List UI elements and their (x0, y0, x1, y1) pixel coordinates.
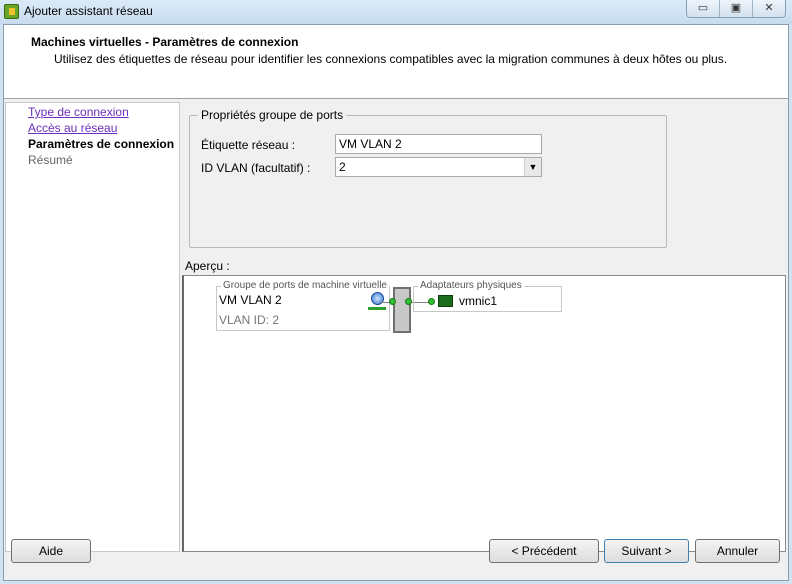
page-subtitle: Utilisez des étiquettes de réseau pour i… (54, 52, 728, 66)
port-dot (405, 298, 412, 305)
nic-icon (438, 295, 453, 307)
port-group-legend: Groupe de ports de machine virtuelle (221, 280, 389, 291)
network-globe-icon (371, 292, 384, 305)
wizard-frame: Machines virtuelles - Paramètres de conn… (3, 24, 789, 581)
vlan-id-select[interactable]: 2 ▼ (335, 157, 542, 177)
network-label-input[interactable]: VM VLAN 2 (335, 134, 542, 154)
close-button[interactable]: ✕ (753, 0, 785, 17)
physical-adapters-box: Adaptateurs physiques vmnic1 (413, 280, 562, 312)
port-group-properties: Propriétés groupe de ports Étiquette rés… (189, 108, 667, 248)
preview-label: Aperçu : (185, 259, 230, 273)
vlan-id-label: ID VLAN (facultatif) : (201, 161, 311, 175)
preview-panel: Groupe de ports de machine virtuelle VM … (182, 275, 786, 552)
port-group-name: VM VLAN 2 (219, 293, 282, 307)
minimize-button[interactable]: ▭ (687, 0, 720, 17)
vlan-id-value: 2 (339, 160, 346, 174)
cancel-button[interactable]: Annuler (695, 539, 780, 563)
virtual-switch (393, 287, 411, 333)
network-base-icon (368, 307, 386, 310)
port-dot (389, 298, 396, 305)
vm-port-group-box: Groupe de ports de machine virtuelle VM … (216, 280, 390, 331)
window-title: Ajouter assistant réseau (24, 4, 153, 18)
app-icon (4, 4, 19, 19)
maximize-button[interactable]: ▣ (720, 0, 753, 17)
network-label-label: Étiquette réseau : (201, 138, 296, 152)
step-resume: Résumé (28, 153, 73, 167)
step-type-connexion[interactable]: Type de connexion (28, 105, 129, 119)
nic-name: vmnic1 (459, 294, 498, 308)
help-button[interactable]: Aide (11, 539, 91, 563)
wizard-header: Machines virtuelles - Paramètres de conn… (4, 25, 788, 99)
group-legend: Propriétés groupe de ports (198, 108, 347, 122)
chevron-down-icon[interactable]: ▼ (524, 158, 541, 176)
step-acces-reseau[interactable]: Accès au réseau (28, 121, 117, 135)
page-title: Machines virtuelles - Paramètres de conn… (31, 35, 299, 49)
port-group-vlan: VLAN ID: 2 (219, 313, 280, 327)
next-button[interactable]: Suivant > (604, 539, 689, 563)
step-parametres-connexion: Paramètres de connexion (28, 137, 175, 151)
window-controls: ▭ ▣ ✕ (686, 0, 786, 18)
wizard-steps: Type de connexion Accès au réseau Paramè… (5, 102, 180, 552)
port-dot (428, 298, 435, 305)
title-bar: Ajouter assistant réseau ▭ ▣ ✕ (0, 0, 792, 24)
back-button[interactable]: < Précédent (489, 539, 599, 563)
adapters-legend: Adaptateurs physiques (418, 280, 524, 291)
